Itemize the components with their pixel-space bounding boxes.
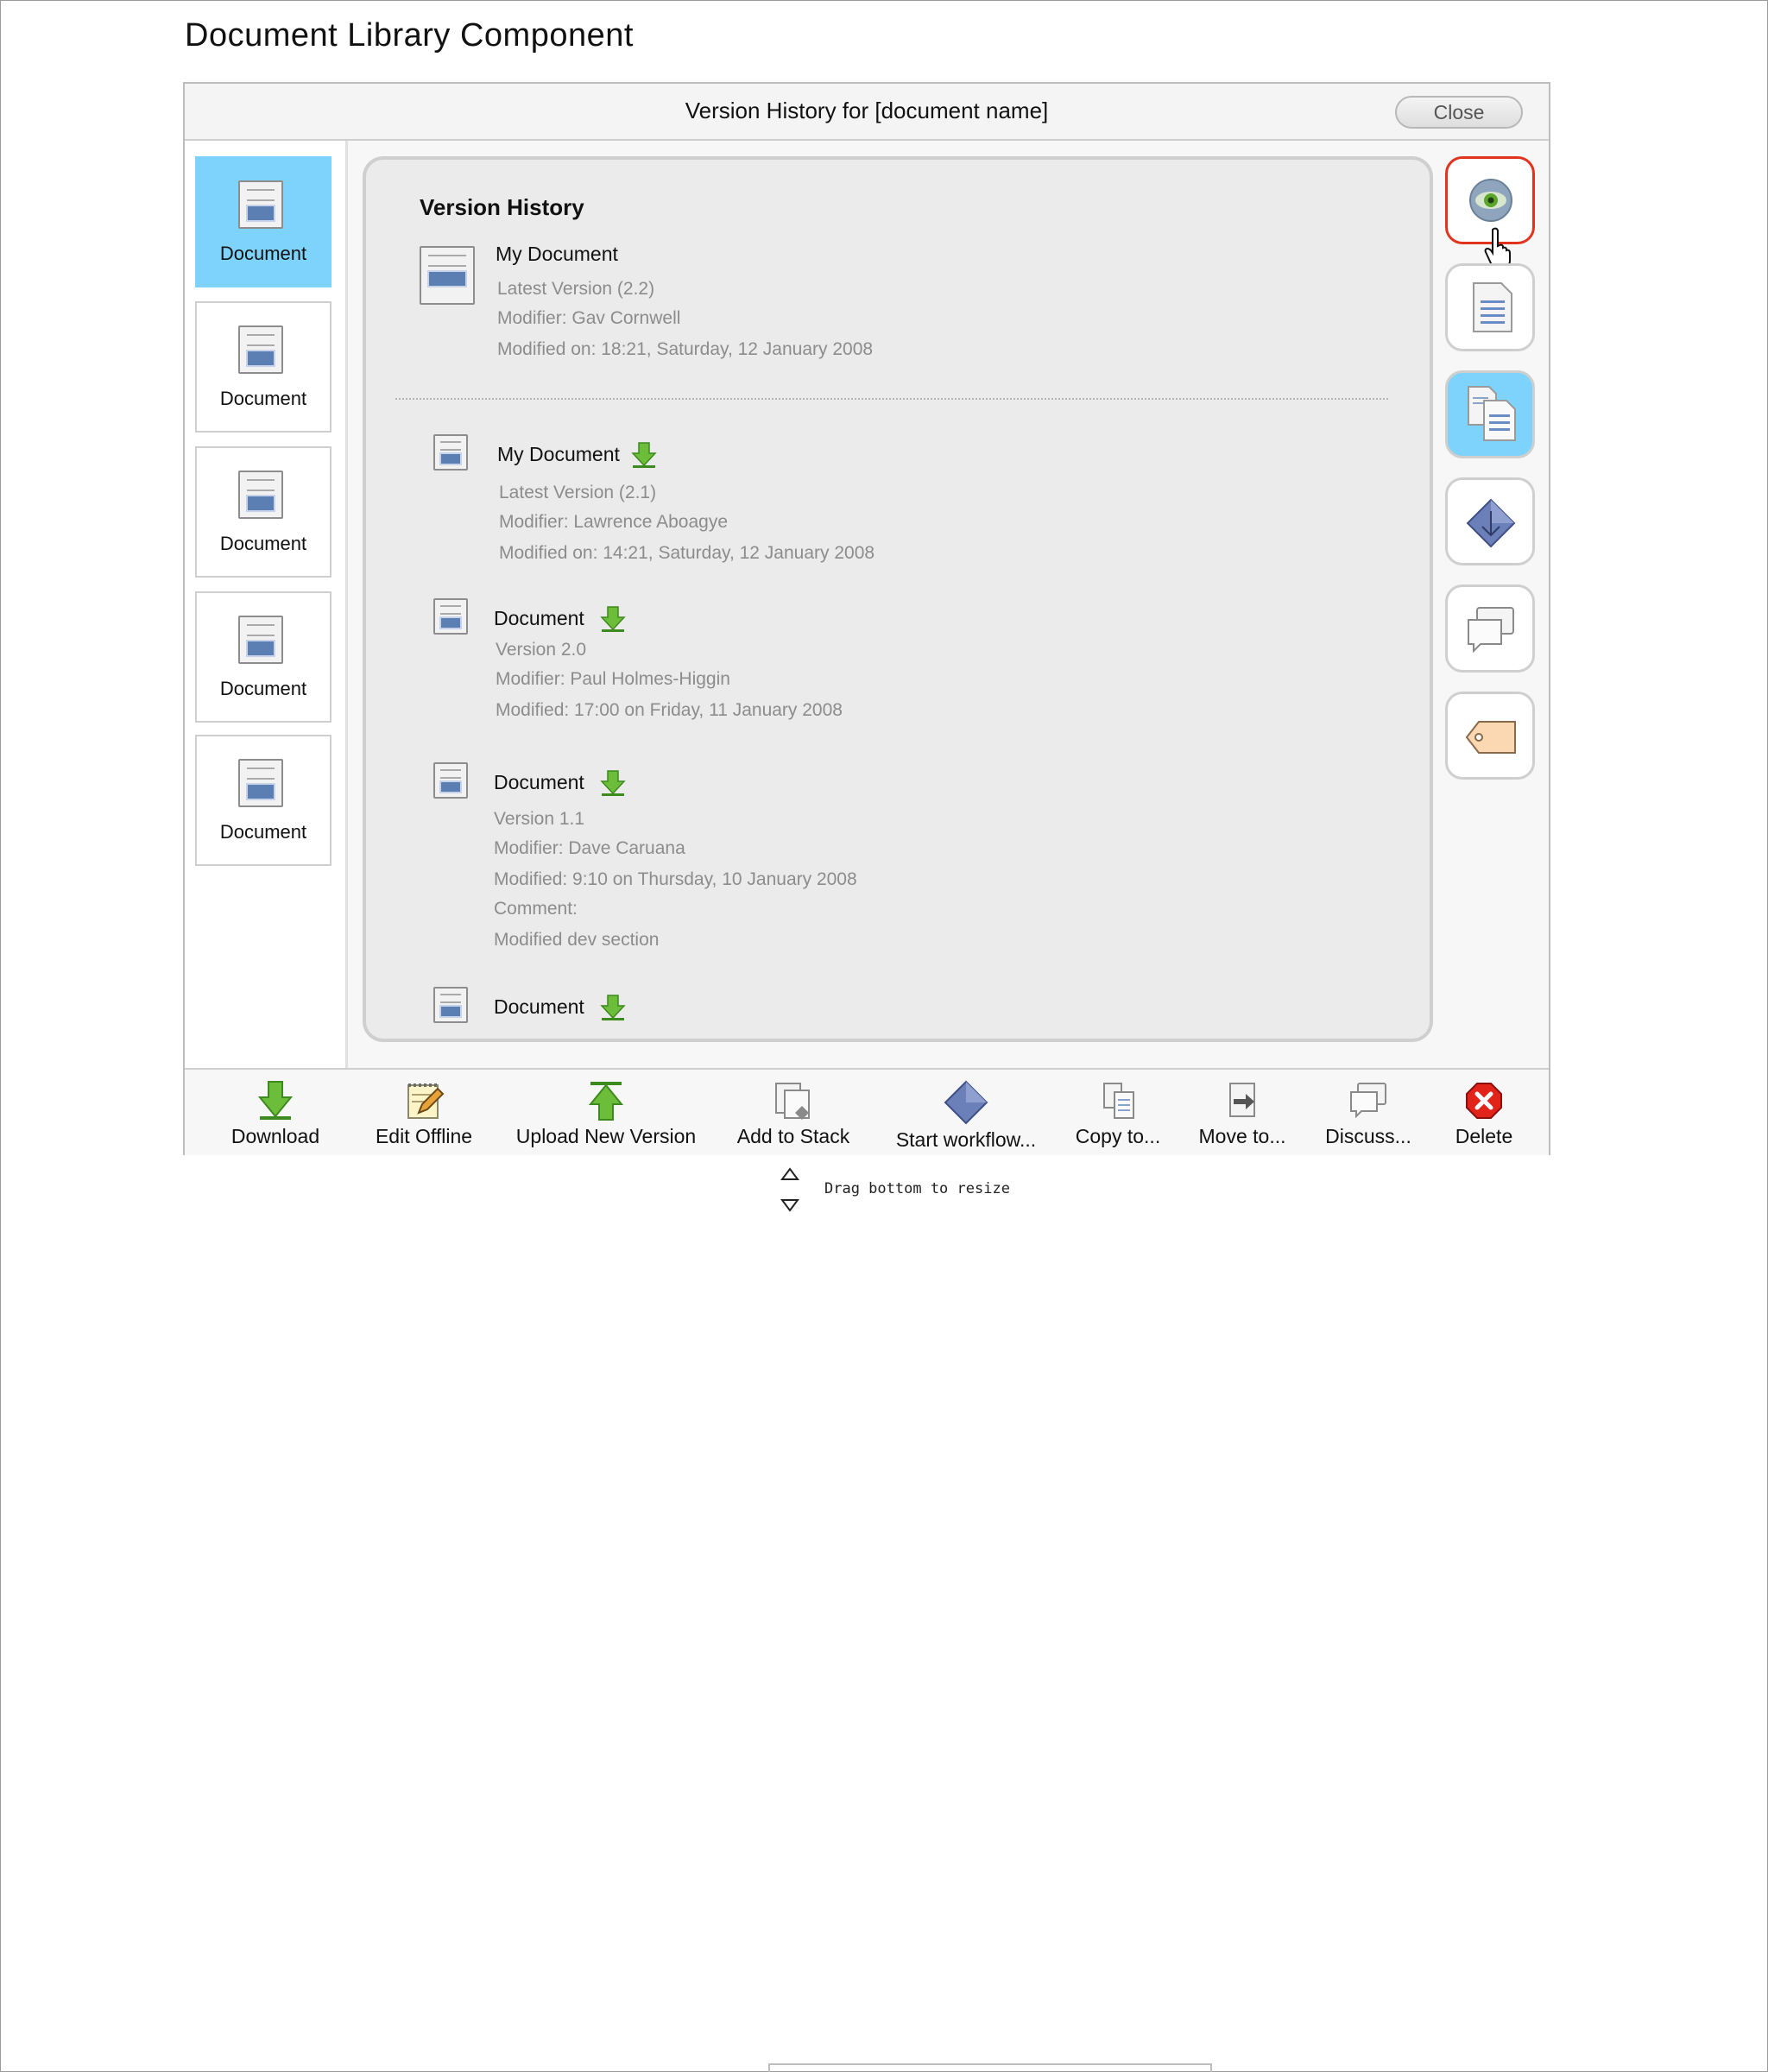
thumbnail-label: Document [219,388,307,409]
document-icon [433,987,468,1023]
resize-handle[interactable] [777,1166,803,1214]
version-history-dialog: Version History for [document name] Clos… [183,82,1550,1155]
document-thumbnail[interactable]: Document [195,156,332,287]
start-workflow-label: Start workflow... [895,1128,1037,1151]
version-modifier: Modifier: Dave Caruana [494,838,685,858]
version-modifier: Modifier: Lawrence Aboagye [499,512,728,532]
discuss-label: Discuss... [1325,1125,1411,1147]
copy-documents-button[interactable] [1445,370,1535,458]
version-modifier: Modifier: Paul Holmes-Higgin [496,669,730,689]
action-toolbar: Download Edit Offline Upload New Version [185,1068,1549,1155]
tag-button[interactable] [1445,692,1535,780]
move-icon [1229,1083,1255,1117]
scroll-edge [768,2063,1212,2072]
edit-offline-button[interactable]: Edit Offline [368,1070,480,1155]
upload-new-version-label: Upload New Version [515,1125,697,1147]
discussion-icon [1350,1083,1386,1119]
version-history-panel[interactable]: Version History My Document Latest Versi… [363,156,1433,1042]
workflow-diamond-icon [944,1080,988,1125]
version-history-heading: Version History [420,194,584,220]
stack-icon [775,1083,810,1120]
move-to-button[interactable]: Move to... [1186,1070,1298,1155]
page-title: Document Library Component [185,17,634,54]
document-icon [238,759,283,807]
copy-documents-icon [1468,386,1516,441]
delete-icon [1466,1083,1502,1119]
upload-new-version-button[interactable]: Upload New Version [511,1070,701,1155]
eye-icon [1469,179,1512,222]
download-icon[interactable] [630,441,658,469]
divider [395,398,1388,400]
add-to-stack-label: Add to Stack [736,1125,850,1147]
workflow-button[interactable] [1445,477,1535,565]
view-button[interactable] [1445,156,1535,268]
current-version-name: My Document [496,243,618,265]
download-icon[interactable] [599,769,627,797]
document-icon [238,616,283,664]
document-thumbnail[interactable]: Document [195,591,332,723]
thumbnail-label: Document [219,533,307,554]
version-modified: Modified on: 14:21, Saturday, 12 January… [499,543,875,563]
download-icon [257,1081,294,1120]
edit-offline-label: Edit Offline [375,1125,473,1147]
document-icon [238,325,283,374]
document-thumbnail[interactable]: Document [195,735,332,866]
version-number: Version 1.1 [494,809,585,829]
document-thumbnail[interactable]: Document [195,446,332,578]
move-to-label: Move to... [1198,1125,1286,1147]
dialog-title: Version History for [document name] [685,98,1049,123]
workflow-diamond-icon [1466,498,1516,548]
upload-icon [588,1082,624,1121]
document-icon [238,471,283,519]
edit-pencil-icon [407,1083,445,1119]
copy-to-label: Copy to... [1075,1125,1161,1147]
dialog-titlebar: Version History for [document name] Clos… [185,84,1549,141]
download-button[interactable]: Download [224,1070,327,1155]
thumbnail-label: Document [219,821,307,843]
current-version-modified: Modified on: 18:21, Saturday, 12 January… [497,339,874,359]
version-comment-label: Comment: [494,899,578,919]
document-thumbnail[interactable]: Document [195,301,332,433]
thumbnail-label: Document [219,678,307,699]
version-comment: Modified dev section [494,930,660,950]
tag-icon [1465,721,1516,754]
current-version-modifier: Modifier: Gav Cornwell [497,308,681,328]
copy-to-button[interactable]: Copy to... [1062,1070,1174,1155]
delete-label: Delete [1455,1125,1513,1147]
version-name: Document [494,771,584,793]
download-label: Download [230,1125,320,1147]
document-icon [420,246,475,305]
version-modified: Modified: 9:10 on Thursday, 10 January 2… [494,869,857,889]
version-name: My Document [497,443,620,465]
document-details-button[interactable] [1445,263,1535,351]
document-thumbnail-list: Document Document Document Document Docu… [185,141,348,1068]
version-modified: Modified: 17:00 on Friday, 11 January 20… [496,700,843,720]
discussion-button[interactable] [1445,584,1535,673]
current-version-number: Latest Version (2.2) [497,279,655,299]
version-number: Latest Version (2.1) [499,483,657,502]
download-icon[interactable] [599,605,627,633]
document-icon [238,180,283,229]
resize-hint: Drag bottom to resize [824,1180,1010,1197]
download-icon[interactable] [599,994,627,1021]
version-name: Document [494,607,584,629]
delete-button[interactable]: Delete [1436,1070,1531,1155]
document-details-icon [1473,282,1512,332]
document-icon [433,434,468,471]
document-icon [433,598,468,635]
close-button[interactable]: Close [1395,96,1523,129]
copy-icon [1103,1083,1134,1119]
version-number: Version 2.0 [496,640,587,660]
start-workflow-button[interactable]: Start workflow... [875,1070,1057,1155]
hand-cursor-icon [1484,227,1511,268]
discussion-icon [1468,607,1514,654]
add-to-stack-button[interactable]: Add to Stack [722,1070,865,1155]
version-name: Document [494,995,584,1018]
discuss-button[interactable]: Discuss... [1312,1070,1424,1155]
thumbnail-label: Document [219,243,307,264]
document-icon [433,762,468,799]
